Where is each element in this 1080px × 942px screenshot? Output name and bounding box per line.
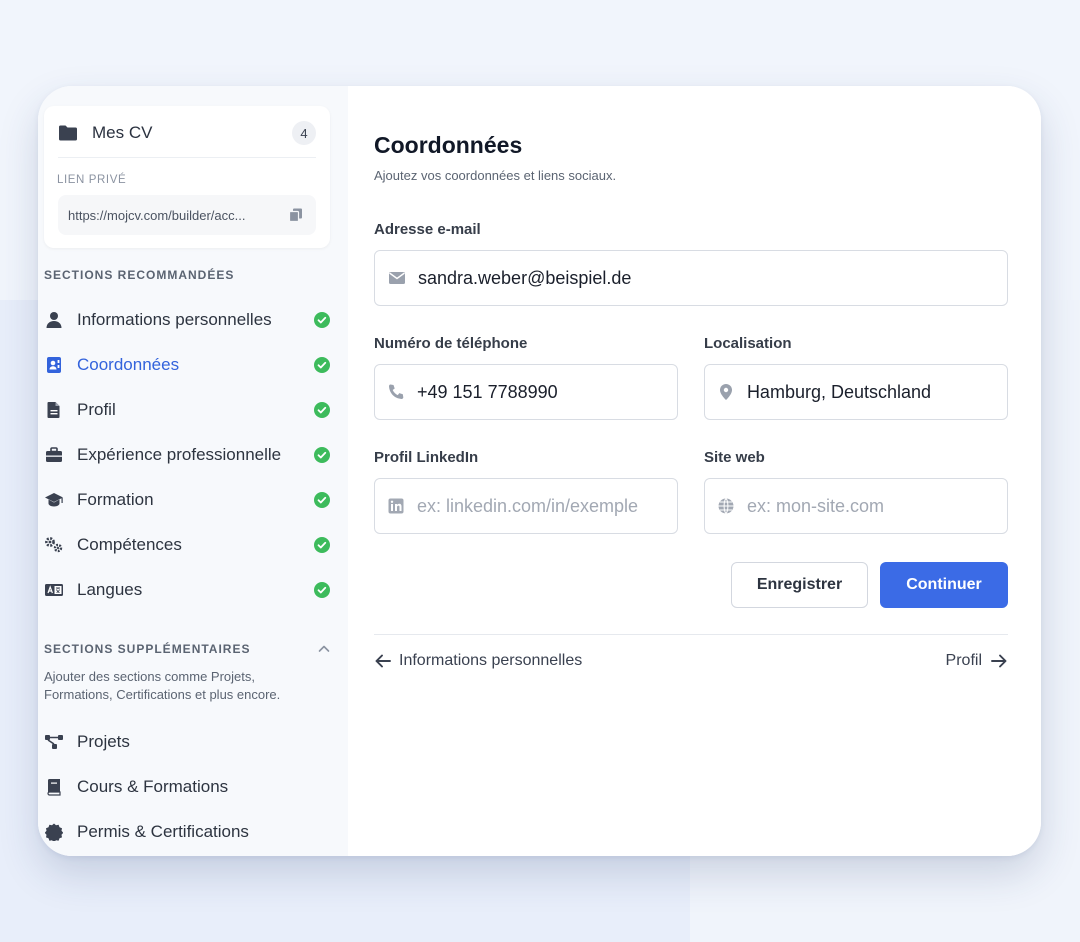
sidebar-item-label: Informations personnelles <box>77 310 272 329</box>
sidebar-item-langues[interactable]: Langues <box>44 572 330 608</box>
sidebar-item-label: Coordonnées <box>77 355 180 374</box>
sidebar-item-cours-formations[interactable]: Cours & Formations <box>44 769 330 805</box>
phone-input[interactable] <box>417 381 677 403</box>
mes-cv-panel: Mes CV 4 LIEN PRIVÉ https://mojcv.com/bu… <box>44 106 330 248</box>
website-label: Site web <box>704 449 765 466</box>
recommended-sections-heading: SECTIONS RECOMMANDÉES <box>44 268 235 282</box>
copy-icon[interactable] <box>288 207 304 223</box>
globe-icon <box>717 496 735 516</box>
chevron-up-icon[interactable] <box>317 642 331 656</box>
next-section-label: Profil <box>945 652 982 669</box>
check-circle-icon <box>314 492 330 508</box>
next-section-link[interactable]: Profil <box>946 652 1008 670</box>
app-card: Mes CV 4 LIEN PRIVÉ https://mojcv.com/bu… <box>38 86 1041 856</box>
linkedin-label: Profil LinkedIn <box>374 449 479 466</box>
contact-card-icon <box>44 355 64 375</box>
email-label: Adresse e-mail <box>374 221 481 238</box>
check-circle-icon <box>314 447 330 463</box>
supplementary-sections-heading: SECTIONS SUPPLÉMENTAIRES <box>44 642 251 656</box>
arrow-left-icon <box>374 652 392 670</box>
folder-icon <box>58 124 78 142</box>
sidebar-item-formation[interactable]: Formation <box>44 482 330 518</box>
location-field[interactable] <box>704 364 1008 420</box>
sidebar-item-label: Permis & Certifications <box>77 822 249 841</box>
phone-field[interactable] <box>374 364 678 420</box>
website-field[interactable] <box>704 478 1008 534</box>
phone-icon <box>387 382 405 402</box>
previous-section-link[interactable]: Informations personnelles <box>374 652 582 670</box>
sidebar: Mes CV 4 LIEN PRIVÉ https://mojcv.com/bu… <box>38 86 348 856</box>
divider <box>374 634 1008 635</box>
sidebar-item-experience-professionnelle[interactable]: Expérience professionnelle <box>44 437 330 473</box>
check-circle-icon <box>314 312 330 328</box>
envelope-icon <box>387 268 406 288</box>
supplementary-sections-description: Ajouter des sections comme Projets, Form… <box>44 669 281 702</box>
cv-count-badge: 4 <box>292 121 316 145</box>
linkedin-icon <box>387 496 405 516</box>
check-circle-icon <box>314 582 330 598</box>
arrow-right-icon <box>990 652 1008 670</box>
mes-cv-header[interactable]: Mes CV 4 <box>58 120 316 146</box>
website-input[interactable] <box>747 495 1007 517</box>
check-circle-icon <box>314 402 330 418</box>
linkedin-field[interactable] <box>374 478 678 534</box>
sidebar-item-label: Expérience professionnelle <box>77 445 282 464</box>
sidebar-item-label: Projets <box>77 732 130 751</box>
user-icon <box>44 310 64 330</box>
previous-section-label: Informations personnelles <box>399 652 583 669</box>
language-icon <box>44 580 64 600</box>
sidebar-item-label: Compétences <box>77 535 182 554</box>
check-circle-icon <box>314 357 330 373</box>
sidebar-item-informations-personnelles[interactable]: Informations personnelles <box>44 302 330 338</box>
sidebar-item-label: Langues <box>77 580 143 599</box>
page-title: Coordonnées <box>374 132 523 158</box>
page-subtitle: Ajoutez vos coordonnées et liens sociaux… <box>374 168 617 183</box>
graduation-cap-icon <box>44 490 64 510</box>
sidebar-item-profil[interactable]: Profil <box>44 392 330 428</box>
private-link-box[interactable]: https://mojcv.com/builder/acc... <box>58 195 316 235</box>
mes-cv-title: Mes CV <box>92 123 153 142</box>
certificate-icon <box>44 822 64 842</box>
book-icon <box>44 777 64 797</box>
sidebar-item-projets[interactable]: Projets <box>44 724 330 760</box>
briefcase-icon <box>44 445 64 465</box>
check-circle-icon <box>314 537 330 553</box>
save-button[interactable]: Enregistrer <box>731 562 868 608</box>
sidebar-item-label: Cours & Formations <box>77 777 229 796</box>
sidebar-item-label: Profil <box>77 400 116 419</box>
linkedin-input[interactable] <box>416 495 677 517</box>
main-content: Coordonnées Ajoutez vos coordonnées et l… <box>348 86 1041 856</box>
private-link-label: LIEN PRIVÉ <box>57 174 127 186</box>
location-pin-icon <box>717 382 735 402</box>
private-link-url: https://mojcv.com/builder/acc... <box>68 207 246 223</box>
sidebar-item-label: Formation <box>77 490 154 509</box>
email-input[interactable] <box>418 267 1007 289</box>
email-field[interactable] <box>374 250 1008 306</box>
location-label: Localisation <box>704 335 792 352</box>
phone-label: Numéro de téléphone <box>374 335 528 352</box>
project-icon <box>44 732 64 752</box>
location-input[interactable] <box>746 381 1007 403</box>
sidebar-item-coordonnees[interactable]: Coordonnées <box>44 347 330 383</box>
sidebar-item-competences[interactable]: Compétences <box>44 527 330 563</box>
sidebar-item-permis-certifications[interactable]: Permis & Certifications <box>44 814 330 850</box>
gears-icon <box>44 535 64 555</box>
document-icon <box>44 400 64 420</box>
continue-button[interactable]: Continuer <box>880 562 1008 608</box>
divider <box>58 157 316 158</box>
